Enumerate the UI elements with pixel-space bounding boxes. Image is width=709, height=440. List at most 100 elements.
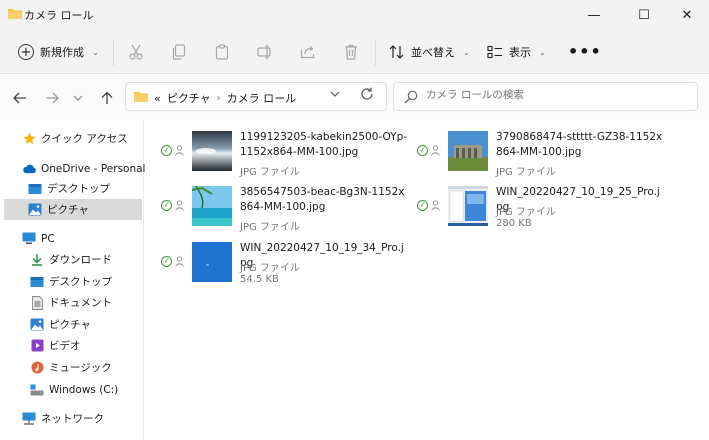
sidebar-item-label: ピクチャ — [47, 204, 89, 216]
copy-icon[interactable] — [169, 42, 189, 62]
synced-check-icon: ✓ — [161, 145, 172, 156]
new-label: 新規作成 — [40, 46, 84, 59]
sidebar-item-label: ピクチャ — [49, 319, 91, 331]
sort-button[interactable]: 並べ替え ⌄ — [389, 42, 470, 62]
sidebar-item-pc[interactable]: PC — [22, 228, 160, 249]
view-button[interactable]: 表示 ⌄ — [487, 42, 546, 62]
sync-status: ✓ — [417, 200, 440, 211]
forward-button[interactable] — [42, 88, 62, 108]
download-icon — [30, 253, 44, 267]
file-type: JPG ファイル — [240, 167, 300, 178]
file-type: JPG ファイル — [240, 222, 300, 233]
recent-locations-button[interactable] — [68, 88, 88, 108]
sidebar-item-network[interactable]: ネットワーク — [22, 408, 160, 429]
sidebar-item-documents[interactable]: ドキュメント — [30, 292, 142, 313]
window-title: カメラ ロール — [24, 9, 94, 22]
sidebar-item-downloads[interactable]: ダウンロード — [30, 249, 142, 270]
file-item[interactable]: ✓ WIN_20220427_10_19_25_Pro.jpg JPG ファイル… — [401, 178, 660, 232]
file-name: 3790868474-sttttt-GZ38-1152x864-MM-100.j… — [496, 131, 663, 158]
sidebar-item-label: ビデオ — [49, 340, 81, 352]
chevron-down-icon — [73, 95, 83, 101]
chevron-right-icon: › — [216, 92, 221, 104]
sidebar-item-drive-c[interactable]: Windows (C:) — [30, 379, 142, 400]
arrow-up-icon — [101, 91, 113, 104]
view-label: 表示 — [509, 46, 531, 59]
sidebar-item-quick-access[interactable]: クイック アクセス — [22, 128, 160, 149]
file-thumbnail — [192, 242, 232, 282]
sidebar-item-desktop[interactable]: デスクトップ — [28, 178, 142, 199]
sidebar-item-label: デスクトップ — [47, 183, 110, 195]
file-item[interactable]: ✓ 3856547503-beac-Bg3N-1152x864-MM-100.j… — [145, 178, 404, 233]
person-icon — [431, 200, 440, 211]
file-thumbnail — [192, 186, 232, 226]
back-button[interactable] — [10, 88, 30, 108]
chevron-down-icon: ⌄ — [539, 47, 546, 57]
drive-icon — [30, 383, 44, 397]
synced-check-icon: ✓ — [417, 200, 428, 211]
arrow-left-icon — [13, 92, 26, 104]
chevron-down-icon — [330, 91, 340, 97]
sidebar-item-label: OneDrive - Personal — [41, 162, 146, 175]
sync-status: ✓ — [161, 256, 184, 267]
share-icon[interactable] — [298, 42, 318, 62]
sidebar-item-music[interactable]: ミュージック — [30, 357, 142, 378]
address-bar[interactable]: « ピクチャ › カメラ ロール — [125, 82, 387, 111]
file-size: 54.5 KB — [240, 274, 279, 285]
file-item[interactable]: ✓ 3790868474-sttttt-GZ38-1152x864-MM-100… — [401, 123, 662, 178]
file-list: ✓ 1199123205-kabekin2500-OYp-1152x864-MM… — [145, 120, 709, 440]
cloud-icon — [22, 162, 36, 176]
maximize-button[interactable]: ☐ — [621, 0, 667, 30]
divider — [113, 40, 114, 66]
breadcrumb: « ピクチャ › カメラ ロール — [154, 90, 296, 106]
paste-icon[interactable] — [212, 42, 232, 62]
navigation-pane: クイック アクセス OneDrive - Personal デスクトップ ピクチ… — [0, 120, 145, 440]
network-icon — [22, 412, 36, 426]
breadcrumb-item[interactable]: ピクチャ — [167, 90, 211, 106]
title-bar: カメラ ロール — ☐ ✕ — [0, 0, 709, 30]
person-icon — [175, 200, 184, 211]
sidebar-item-label: ドキュメント — [49, 297, 112, 309]
breadcrumb-item[interactable]: カメラ ロール — [227, 90, 297, 106]
folder-icon — [134, 92, 148, 102]
synced-check-icon: ✓ — [161, 256, 172, 267]
arrow-right-icon — [46, 92, 59, 104]
sidebar-item-desktop[interactable]: デスクトップ — [30, 271, 142, 292]
new-button[interactable]: + 新規作成 ⌄ — [18, 40, 99, 64]
file-item[interactable]: ✓ 1199123205-kabekin2500-OYp-1152x864-MM… — [145, 123, 407, 178]
close-button[interactable]: ✕ — [664, 0, 709, 30]
sidebar-item-videos[interactable]: ビデオ — [30, 335, 142, 356]
sidebar-item-label: ダウンロード — [49, 254, 112, 266]
file-thumbnail — [448, 131, 488, 171]
person-icon — [175, 145, 184, 156]
synced-check-icon: ✓ — [161, 200, 172, 211]
file-thumbnail — [448, 186, 488, 226]
desktop-icon — [28, 182, 42, 196]
sync-status: ✓ — [417, 145, 440, 156]
file-type: JPG ファイル — [496, 207, 556, 218]
up-button[interactable] — [97, 88, 117, 108]
rename-icon[interactable] — [255, 42, 275, 62]
more-options-button[interactable]: ••• — [568, 42, 602, 61]
address-dropdown-button[interactable] — [330, 89, 340, 100]
search-input[interactable] — [426, 89, 686, 101]
cut-icon[interactable] — [126, 42, 146, 62]
view-icon — [487, 45, 502, 59]
delete-icon[interactable] — [341, 42, 361, 62]
sync-status: ✓ — [161, 145, 184, 156]
search-box[interactable] — [393, 82, 698, 111]
command-bar: + 新規作成 ⌄ 並べ替え ⌄ 表示 ⌄ ••• — [0, 30, 709, 74]
file-type: JPG ファイル — [240, 263, 300, 274]
breadcrumb-overflow[interactable]: « — [154, 92, 161, 105]
sidebar-item-pictures[interactable]: ピクチャ — [30, 314, 142, 335]
document-icon — [30, 295, 44, 310]
sidebar-item-pictures[interactable]: ピクチャ — [4, 199, 142, 220]
sidebar-item-label: クイック アクセス — [41, 133, 128, 145]
file-item[interactable]: ✓ WIN_20220427_10_19_34_Pro.jpg JPG ファイル… — [145, 234, 404, 288]
minimize-button[interactable]: — — [571, 0, 617, 30]
chevron-down-icon: ⌄ — [92, 47, 99, 57]
sidebar-item-label: PC — [41, 232, 55, 245]
sort-label: 並べ替え — [411, 46, 455, 59]
file-thumbnail — [192, 131, 232, 171]
sidebar-item-onedrive[interactable]: OneDrive - Personal — [22, 158, 160, 179]
refresh-button[interactable] — [360, 87, 374, 105]
